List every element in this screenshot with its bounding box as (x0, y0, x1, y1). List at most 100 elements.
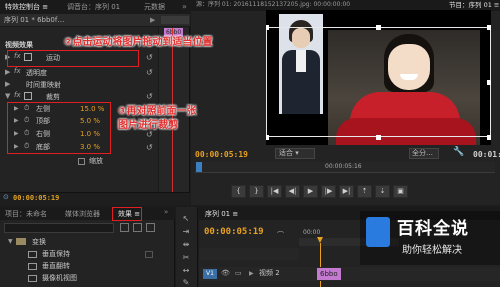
effect-item-label: 摄像机视图 (42, 274, 77, 282)
effect-row-time-remap[interactable]: ▶ 时间重映射 (0, 79, 160, 91)
effect-item[interactable]: 摄像机视图 (0, 273, 170, 284)
project-panel: 项目：未命名 媒体浏览器 效果 ≡ » ▼ 变换 垂直保持 垂直翻转 摄像机视图 (0, 207, 175, 287)
scale-label: 缩放 (89, 157, 103, 165)
mark-out-button[interactable]: } (249, 185, 264, 198)
tools-panel: ↖ ⇥ ⇹ ✂ ↔ ✎ (176, 207, 198, 287)
effect-item-label: 垂直保持 (42, 250, 70, 258)
panel-menu-icon[interactable]: » (182, 2, 187, 11)
razor-tool-icon[interactable]: ✂ (180, 252, 192, 263)
transform-handle[interactable] (376, 25, 381, 30)
track-target-v1[interactable]: V1 (203, 269, 217, 279)
monitor-panel: 源：序列 01: 20161118152137205.jpg: 00:00:00… (191, 0, 500, 205)
reset-icon[interactable]: ↺ (146, 53, 153, 62)
fit-dropdown[interactable]: 适合 ▾ (275, 148, 315, 159)
timeline-timecode[interactable]: 00:00:05:19 (204, 227, 264, 237)
annotation-step-3-line1: ③再对照前面一张 (118, 106, 197, 117)
program-duration: 00:01: (473, 150, 500, 159)
step-back-button[interactable]: ◀| (285, 185, 300, 198)
tab-sequence[interactable]: 序列 01 ≡ (202, 207, 241, 221)
wrench-icon[interactable]: 🔧 (453, 147, 464, 157)
reset-icon[interactable]: ↺ (146, 68, 153, 77)
transform-bounds[interactable] (266, 27, 491, 137)
fit-dropdown-label: 适合 (279, 149, 293, 157)
go-to-out-button[interactable]: ▶| (339, 185, 354, 198)
reset-icon[interactable]: ↺ (146, 92, 153, 101)
slip-tool-icon[interactable]: ↔ (180, 265, 192, 276)
annotation-box-effects-tab (112, 207, 142, 221)
snap-icon[interactable]: ⌒ (277, 230, 284, 240)
transform-handle[interactable] (487, 80, 491, 85)
watermark-title: 百科全说 (397, 219, 469, 239)
collapse-arrow-icon[interactable]: ▼ (5, 92, 10, 100)
step-forward-button[interactable]: |▶ (321, 185, 336, 198)
effect-icon (28, 251, 37, 258)
annotation-box-motion (7, 50, 139, 67)
annotation-step-2: ②点击运动将图片拖动到适当位置 (64, 37, 213, 48)
transform-handle[interactable] (376, 135, 381, 140)
export-frame-button[interactable]: ▣ (393, 185, 408, 198)
zoom-icon[interactable]: ⊙ (3, 193, 9, 201)
effect-icon (28, 275, 37, 282)
yuv-icon[interactable] (146, 223, 155, 232)
transform-handle[interactable] (487, 25, 491, 30)
watermark-logo: 百科全说 助你轻松解决 (360, 211, 500, 265)
effect-item[interactable]: 垂直翻转 (0, 261, 170, 272)
fx-icon: fx (14, 67, 21, 75)
transport-bar: { } |◀ ◀| ▶ |▶ ▶| ⇡ ⇣ ▣ (231, 185, 471, 200)
expand-arrow-icon[interactable]: ▶ (249, 270, 254, 277)
reset-icon[interactable]: ↺ (146, 143, 153, 152)
panel-menu-icon[interactable]: » (164, 208, 168, 216)
expand-arrow-icon[interactable]: ▶ (5, 80, 10, 88)
effect-label-time-remap: 时间重映射 (26, 81, 61, 89)
effect-timecode[interactable]: 00:00:05:19 (13, 194, 59, 202)
tab-media-browser[interactable]: 媒体浏览器 (62, 207, 103, 221)
watermark-subtitle: 助你轻松解决 (402, 245, 462, 256)
quality-dropdown[interactable]: 全分… (409, 148, 439, 159)
lift-button[interactable]: ⇡ (357, 185, 372, 198)
track-select-tool-icon[interactable]: ⇥ (180, 226, 192, 237)
extract-button[interactable]: ⇣ (375, 185, 390, 198)
collapse-arrow-icon[interactable]: ▼ (8, 238, 13, 245)
effect-item-label: 垂直翻转 (42, 262, 70, 270)
track-row-v2[interactable]: V1 👁 ▭ ▶ 视频 2 6bbo (199, 267, 500, 281)
effect-icon (28, 263, 37, 270)
annotation-box-crop (7, 102, 111, 154)
timeline-ruler-mini (161, 16, 189, 24)
mark-in-button[interactable]: { (231, 185, 246, 198)
transform-handle[interactable] (266, 25, 269, 30)
tab-project[interactable]: 项目：未命名 (2, 207, 50, 221)
crop-mask-icon[interactable] (24, 92, 32, 100)
timeline-clip[interactable]: 6bbo (317, 268, 341, 280)
lock-icon[interactable]: ▭ (235, 269, 242, 277)
scale-checkbox[interactable] (78, 158, 85, 165)
program-video-frame[interactable] (266, 10, 491, 145)
program-timecode[interactable]: 00:00:05:19 (195, 150, 248, 159)
header-arrow-icon[interactable]: ▶ (150, 16, 155, 24)
selection-tool-icon[interactable]: ↖ (180, 213, 192, 224)
transform-handle[interactable] (266, 135, 269, 140)
effects-search-input[interactable] (4, 223, 114, 233)
track-header-row (199, 248, 299, 260)
effect-item[interactable]: 垂直保持 (0, 249, 170, 260)
go-to-in-button[interactable]: |◀ (267, 185, 282, 198)
ruler-time: 00:00:05:16 (325, 163, 362, 170)
effects-folder-transform[interactable]: ▼ 变换 (0, 237, 170, 248)
tab-effect-controls[interactable]: 特效控制台 ≡ (2, 0, 51, 14)
timeline-ruler-label: 00:00 (303, 229, 321, 236)
fx-icon: fx (14, 91, 21, 99)
pen-tool-icon[interactable]: ✎ (180, 277, 192, 287)
effect-row-opacity[interactable]: ▶ fx 透明度 (0, 67, 160, 79)
tab-audio-mixer[interactable]: 调音台：序列 01 (64, 0, 123, 14)
eye-icon[interactable]: 👁 (221, 269, 230, 277)
effect-label-opacity: 透明度 (26, 69, 47, 77)
accelerated-icon[interactable] (120, 223, 129, 232)
play-button[interactable]: ▶ (303, 185, 318, 198)
expand-arrow-icon[interactable]: ▶ (5, 68, 10, 76)
ripple-edit-tool-icon[interactable]: ⇹ (180, 239, 192, 250)
program-ruler[interactable]: 00:00:05:16 (195, 162, 495, 173)
32bit-icon[interactable] (133, 223, 142, 232)
transform-handle[interactable] (487, 135, 491, 140)
playhead-marker[interactable] (196, 162, 202, 172)
tab-metadata[interactable]: 元数据 (141, 0, 168, 14)
folder-icon (16, 238, 26, 245)
